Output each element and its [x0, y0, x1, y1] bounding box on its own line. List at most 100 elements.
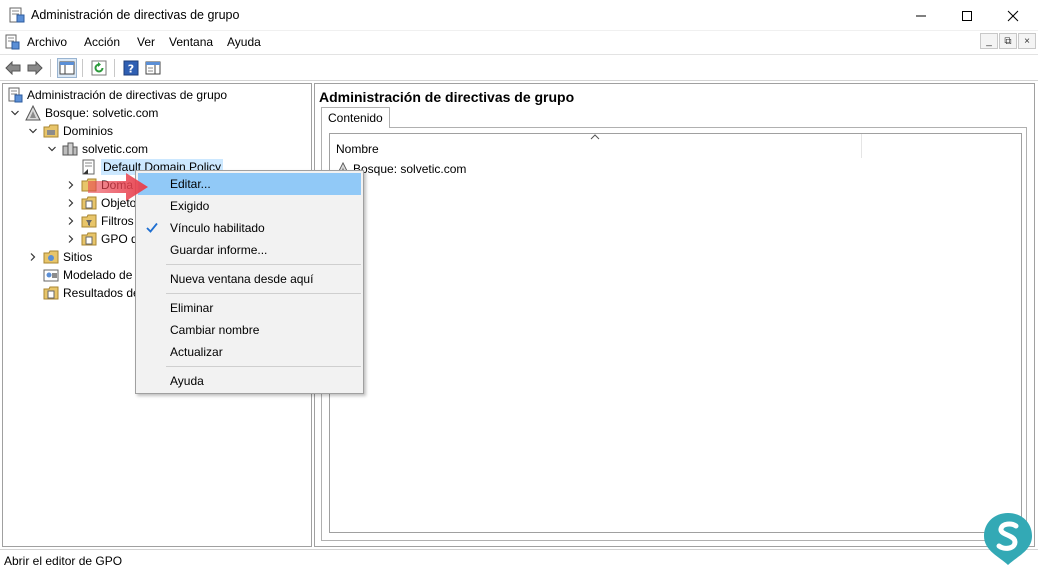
- tree-item-root[interactable]: Administración de directivas de grupo: [7, 86, 227, 104]
- chevron-right-icon[interactable]: [65, 215, 77, 227]
- minimize-icon: [916, 15, 926, 16]
- show-hide-tree-button[interactable]: [57, 58, 77, 78]
- tree-item-label: Dominios: [63, 124, 114, 138]
- forest-icon: [25, 105, 41, 121]
- menu-item-editar[interactable]: Editar...: [138, 173, 361, 195]
- menu-accion[interactable]: Acción: [84, 35, 120, 49]
- help-button[interactable]: ?: [121, 58, 141, 78]
- chevron-down-icon[interactable]: [46, 143, 58, 155]
- maximize-icon: [962, 10, 972, 21]
- gpmc-app-icon: [9, 7, 25, 23]
- domain-icon: [62, 142, 78, 156]
- tree-item-label: GPO d: [101, 232, 138, 246]
- menu-bar: Archivo Acción Ver Ventana Ayuda: [0, 31, 1038, 53]
- tree-item-results[interactable]: Resultados de: [43, 284, 140, 302]
- sort-ascending-icon: [590, 134, 600, 140]
- menu-item-exigido[interactable]: Exigido: [138, 195, 361, 217]
- list-item-label: Bosque: solvetic.com: [353, 162, 467, 176]
- back-button[interactable]: [3, 58, 23, 78]
- column-header-nombre[interactable]: Nombre: [330, 134, 862, 158]
- menu-item-eliminar[interactable]: Eliminar: [138, 297, 361, 319]
- chevron-right-icon[interactable]: [65, 197, 77, 209]
- modeling-icon: [43, 269, 59, 282]
- menu-item-label: Vínculo habilitado: [170, 221, 265, 235]
- refresh-icon: [91, 60, 107, 76]
- chevron-down-icon[interactable]: [9, 107, 21, 119]
- content-list[interactable]: Nombre Bosque: solvetic.com: [329, 133, 1022, 533]
- refresh-button[interactable]: [89, 58, 109, 78]
- status-bar: Abrir el editor de GPO: [0, 549, 1038, 571]
- menu-item-label: Nueva ventana desde aquí: [170, 272, 314, 286]
- toolbar-separator: [114, 59, 115, 77]
- menu-item-label: Eliminar: [170, 301, 214, 315]
- domains-folder-icon: [43, 124, 59, 138]
- close-icon: ×: [1024, 35, 1030, 47]
- menu-item-label: Actualizar: [170, 345, 223, 359]
- menu-ayuda[interactable]: Ayuda: [227, 35, 261, 49]
- minimize-icon: _: [986, 35, 992, 47]
- menu-separator: [166, 264, 361, 265]
- gpmc-icon: [8, 87, 23, 103]
- menu-ver[interactable]: Ver: [137, 35, 155, 49]
- tree-item-label: Resultados de: [63, 286, 140, 300]
- tree-item-label: Modelado de: [63, 268, 133, 282]
- mdi-restore-button[interactable]: ⧉: [999, 33, 1017, 49]
- close-icon: [1007, 10, 1019, 21]
- menu-item-label: Cambiar nombre: [170, 323, 260, 337]
- menu-item-guardar-informe[interactable]: Guardar informe...: [138, 239, 361, 261]
- menu-item-label: Ayuda: [170, 374, 204, 388]
- tree-item-forest[interactable]: Bosque: solvetic.com: [9, 104, 158, 122]
- column-header-label: Nombre: [336, 142, 379, 156]
- forward-button[interactable]: [25, 58, 45, 78]
- solvetic-logo-icon: [984, 513, 1032, 565]
- properties-button[interactable]: [143, 58, 163, 78]
- tree-item-child-4[interactable]: GPO d: [65, 230, 138, 248]
- close-button[interactable]: [990, 0, 1036, 31]
- menu-item-actualizar[interactable]: Actualizar: [138, 341, 361, 363]
- menu-item-cambiar-nombre[interactable]: Cambiar nombre: [138, 319, 361, 341]
- console-tree-icon: [59, 61, 75, 75]
- status-text: Abrir el editor de GPO: [4, 554, 123, 568]
- menu-item-nueva-ventana[interactable]: Nueva ventana desde aquí: [138, 268, 361, 290]
- title-bar: Administración de directivas de grupo: [0, 0, 1038, 31]
- toolbar-separator: [82, 59, 83, 77]
- minimize-button[interactable]: [898, 0, 944, 31]
- mdi-minimize-button[interactable]: _: [980, 33, 998, 49]
- toolbar-separator: [50, 59, 51, 77]
- mdi-close-button[interactable]: ×: [1018, 33, 1036, 49]
- tree-item-sites[interactable]: Sitios: [27, 248, 92, 266]
- starter-gpo-folder-icon: [81, 232, 97, 246]
- tree-item-domain[interactable]: solvetic.com: [46, 140, 148, 158]
- menu-item-ayuda[interactable]: Ayuda: [138, 370, 361, 392]
- properties-icon: [145, 61, 161, 75]
- menu-archivo[interactable]: Archivo: [27, 35, 67, 49]
- chevron-right-icon[interactable]: [27, 251, 39, 263]
- annotation-arrow-icon: [88, 173, 148, 201]
- tree-item-domains[interactable]: Dominios: [27, 122, 113, 140]
- forward-arrow-icon: [27, 61, 43, 75]
- menu-separator: [166, 366, 361, 367]
- tab-contenido[interactable]: Contenido: [321, 107, 390, 128]
- menu-item-label: Exigido: [170, 199, 210, 213]
- document-icon[interactable]: [4, 34, 20, 50]
- tree-item-modeling[interactable]: Modelado de: [43, 266, 132, 284]
- menu-separator: [166, 293, 361, 294]
- svg-text:?: ?: [128, 63, 134, 76]
- maximize-button[interactable]: [944, 0, 990, 31]
- menu-item-vinculo-habilitado[interactable]: Vínculo habilitado: [138, 217, 361, 239]
- tree-item-label: Bosque: solvetic.com: [45, 106, 159, 120]
- filter-folder-icon: [81, 214, 97, 228]
- details-pane: Administración de directivas de grupo Co…: [314, 83, 1035, 547]
- back-arrow-icon: [5, 61, 21, 75]
- help-icon: ?: [123, 60, 139, 76]
- chevron-down-icon[interactable]: [27, 125, 39, 137]
- tree-item-label: Sitios: [63, 250, 93, 264]
- tree-item-label: Filtros: [101, 214, 134, 228]
- tree-item-child-3[interactable]: Filtros: [65, 212, 134, 230]
- chevron-right-icon[interactable]: [65, 179, 77, 191]
- window-title: Administración de directivas de grupo: [31, 8, 240, 22]
- tree-item-label: Administración de directivas de grupo: [27, 88, 228, 102]
- chevron-right-icon[interactable]: [65, 233, 77, 245]
- menu-ventana[interactable]: Ventana: [169, 35, 213, 49]
- context-menu: Editar... Exigido Vínculo habilitado Gua…: [135, 170, 364, 394]
